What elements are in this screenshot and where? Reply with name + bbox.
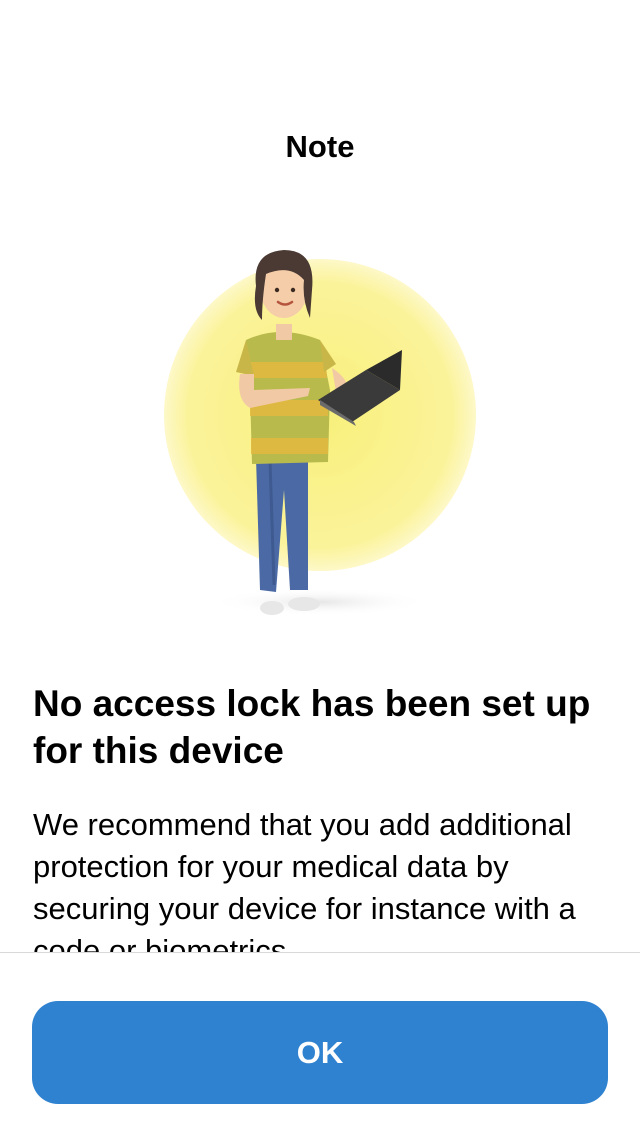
page-title: Note: [285, 129, 355, 164]
divider: [0, 952, 640, 953]
person-with-laptop-illustration: [150, 240, 490, 630]
body-text: We recommend that you add additional pro…: [33, 807, 576, 952]
floor-shadow: [210, 588, 430, 616]
ok-button[interactable]: OK: [32, 1001, 608, 1104]
headline: No access lock has been set up for this …: [33, 683, 591, 771]
screen: Note No access lock has been set up for …: [0, 0, 640, 1136]
illustration-graphic: [164, 250, 476, 616]
content-scroll-area[interactable]: No access lock has been set up for this …: [0, 640, 640, 952]
